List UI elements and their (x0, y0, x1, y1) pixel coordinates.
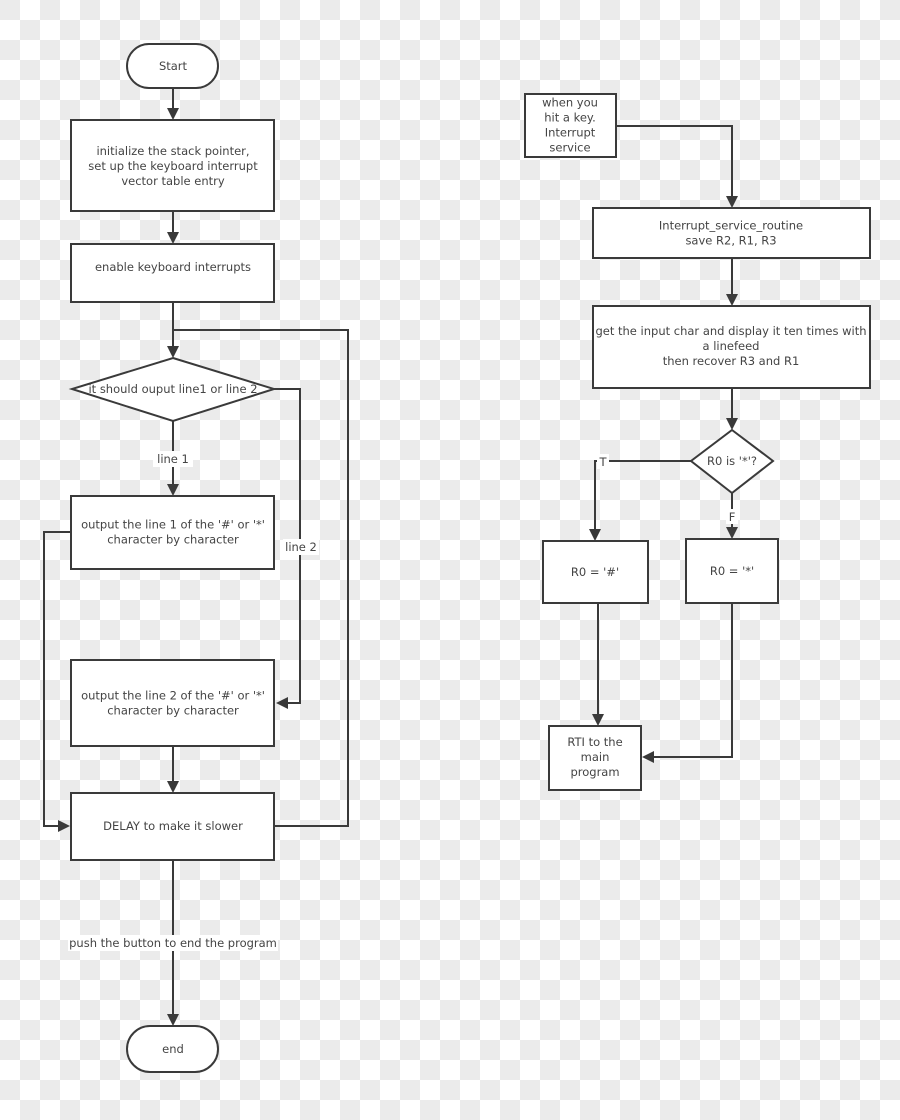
node-end-label: end (162, 1042, 184, 1056)
node-delay-label: DELAY to make it slower (103, 819, 243, 833)
flowchart-diagram: line 1 line 2 push the button to end the… (43, 43, 871, 1073)
label-line: get the input char and display it ten ti… (595, 324, 866, 338)
node-interrupt-trigger: when you hit a key. Interrupt service (524, 93, 617, 158)
node-rti: RTI to the main program (548, 725, 642, 791)
node-output-line1: output the line 1 of the '#' or '*' chara… (70, 495, 275, 570)
label-line: R0 is '*'? (707, 454, 757, 468)
node-output-line2: output the line 2 of the '#' or '*' chara… (70, 659, 275, 747)
label-line: vector table entry (121, 174, 225, 188)
node-output-line2-label: output the line 2 of the '#' or '*' chara… (81, 689, 265, 718)
node-set-star-label: R0 = '*' (710, 564, 754, 578)
label-line: character by character (107, 533, 239, 547)
label-line: Interrupt_service_routine (659, 219, 803, 233)
label-line: it should ouput line1 or line 2 (88, 382, 257, 396)
arrowhead (726, 196, 738, 208)
node-output-line1-label: output the line 1 of the '#' or '*' chara… (81, 518, 265, 547)
arrowhead (167, 108, 179, 120)
label-line: RTI to the (567, 735, 622, 749)
arrowhead (726, 418, 738, 430)
arrowhead (58, 820, 70, 832)
arrowhead (726, 294, 738, 306)
edge-line1-to-delay (43, 531, 71, 827)
label-line: a linefeed (703, 339, 760, 353)
label-line: hit a key. (544, 111, 596, 125)
node-isr: Interrupt_service_routine save R2, R1, R3 (592, 207, 871, 259)
node-enable-interrupts: enable keyboard interrupts (70, 243, 275, 303)
label-line: set up the keyboard interrupt (88, 159, 258, 173)
arrowhead (592, 714, 604, 726)
node-decision-r0: R0 is '*'? (689, 428, 775, 495)
node-set-hash-label: R0 = '#' (571, 565, 619, 579)
arrowhead (167, 484, 179, 496)
edge-label-line1: line 1 (157, 452, 189, 466)
label-line: when you (542, 96, 598, 110)
edge-label-line2: line 2 (285, 540, 317, 554)
label-line: main (581, 750, 610, 764)
arrowhead (167, 781, 179, 793)
node-decision-label: it should ouput line1 or line 2 (88, 382, 257, 396)
edge-trigger-to-isr (616, 125, 733, 200)
label-line: save R2, R1, R3 (685, 234, 776, 248)
arrowhead (167, 346, 179, 358)
node-start-label: Start (159, 59, 188, 73)
node-trigger-label: when you hit a key. Interrupt service (542, 96, 598, 155)
label-line: program (570, 765, 619, 779)
edge-label-end-program: push the button to end the program (69, 936, 277, 950)
edge-label-false: F (729, 510, 736, 524)
label-line: DELAY to make it slower (103, 819, 243, 833)
node-process-input: get the input char and display it ten ti… (592, 305, 871, 389)
label-line: initialize the stack pointer, (96, 144, 249, 158)
arrowhead (642, 751, 654, 763)
node-set-hash: R0 = '#' (542, 540, 649, 604)
label-line: R0 = '#' (571, 565, 619, 579)
label-line: enable keyboard interrupts (95, 260, 251, 274)
node-decision-line: it should ouput line1 or line 2 (68, 356, 278, 423)
node-end: end (126, 1025, 219, 1073)
label-line: R0 = '*' (710, 564, 754, 578)
node-set-star: R0 = '*' (685, 538, 779, 604)
node-delay: DELAY to make it slower (70, 792, 275, 861)
label-line: output the line 2 of the '#' or '*' (81, 689, 265, 703)
arrowhead (589, 529, 601, 541)
node-init: initialize the stack pointer, set up the … (70, 119, 275, 212)
edge-star-to-rti (650, 603, 733, 758)
label-line: character by character (107, 704, 239, 718)
edge-label-true: T (598, 455, 607, 469)
arrowhead (167, 232, 179, 244)
node-start: Start (126, 43, 219, 89)
label-line: service (549, 141, 590, 155)
edge-decision-true (594, 460, 691, 533)
arrowhead (726, 527, 738, 539)
node-decision-r0-label: R0 is '*'? (707, 454, 757, 468)
label-line: Interrupt (545, 126, 596, 140)
arrowhead (276, 697, 288, 709)
label-line: output the line 1 of the '#' or '*' (81, 518, 265, 532)
node-enable-label: enable keyboard interrupts (95, 260, 251, 274)
label-line: then recover R3 and R1 (663, 354, 800, 368)
arrowhead (167, 1014, 179, 1026)
